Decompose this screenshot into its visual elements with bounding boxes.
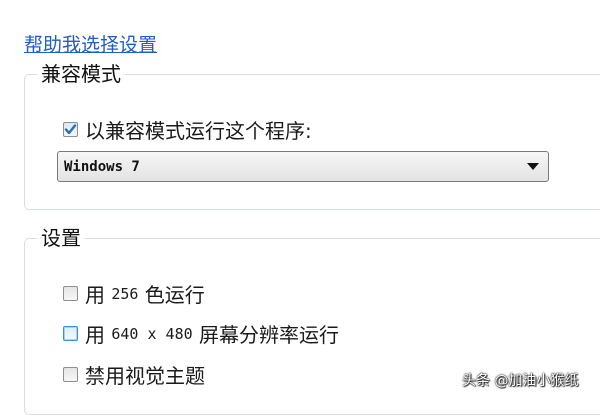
run-compat-row[interactable]: 以兼容模式运行这个程序: — [63, 115, 312, 144]
os-version-value: Windows 7 — [64, 158, 140, 175]
res-640-checkbox[interactable] — [63, 326, 78, 341]
watermark-text: 头条 @加油小猴纸 — [462, 373, 579, 389]
disable-themes-label: 禁用视觉主题 — [85, 364, 205, 388]
res-640-value: 640 x 480 — [111, 324, 193, 343]
res-640-label-post: 屏幕分辨率运行 — [192, 323, 339, 347]
run-compat-checkbox[interactable] — [63, 122, 78, 137]
disable-themes-checkbox[interactable] — [63, 367, 78, 382]
compatibility-mode-title: 兼容模式 — [37, 60, 125, 88]
compatibility-mode-group: 兼容模式 以兼容模式运行这个程序: Windows 7 — [24, 60, 600, 210]
color-256-row[interactable]: 用 256 色运行 — [63, 279, 205, 308]
color-256-label-post: 色运行 — [138, 283, 205, 307]
run-compat-label: 以兼容模式运行这个程序: — [85, 119, 312, 143]
color-256-label-pre: 用 — [85, 283, 112, 307]
os-version-select[interactable]: Windows 7 — [57, 151, 549, 182]
disable-themes-row[interactable]: 禁用视觉主题 — [63, 360, 205, 389]
res-640-label-pre: 用 — [85, 323, 112, 347]
color-256-checkbox[interactable] — [63, 286, 78, 301]
dropdown-arrow-icon — [527, 163, 539, 170]
help-choose-settings-link[interactable]: 帮助我选择设置 — [24, 30, 157, 57]
res-640-row[interactable]: 用 640 x 480 屏幕分辨率运行 — [63, 319, 339, 348]
checkmark-icon — [64, 124, 77, 135]
color-256-value: 256 — [111, 284, 139, 303]
settings-title: 设置 — [37, 224, 85, 252]
